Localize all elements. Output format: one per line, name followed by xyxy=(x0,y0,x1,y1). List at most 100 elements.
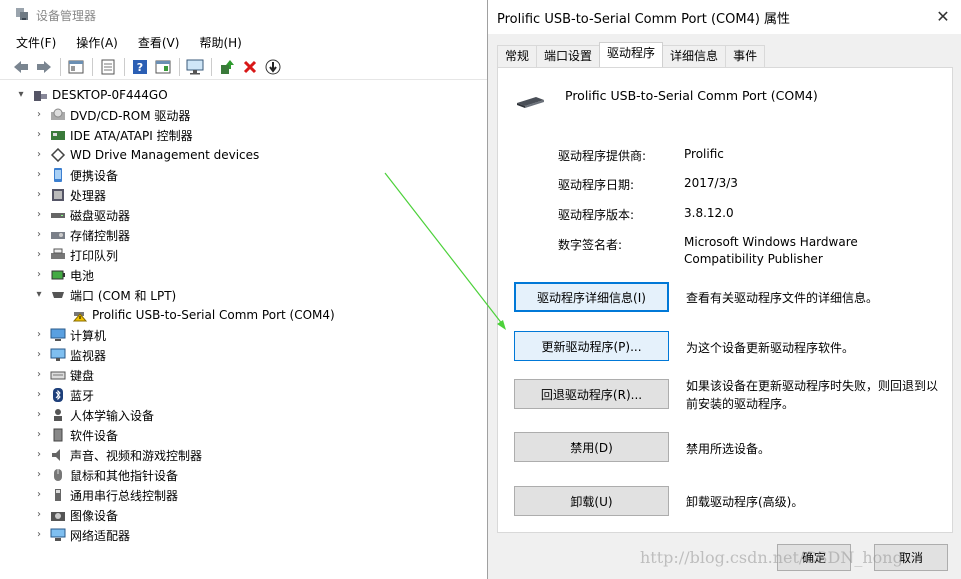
menu-view[interactable]: 查看(V) xyxy=(136,32,182,52)
tree-category-item[interactable]: › 电池 xyxy=(34,265,94,285)
chevron-right-icon[interactable]: › xyxy=(34,530,44,540)
tree-category-item[interactable]: › 软件设备 xyxy=(34,425,118,445)
chevron-right-icon[interactable]: › xyxy=(34,510,44,520)
tree-category-item[interactable]: › 键盘 xyxy=(34,365,94,385)
signer-value: Microsoft Windows Hardware Compatibility… xyxy=(684,235,858,266)
chevron-right-icon[interactable]: › xyxy=(34,250,44,260)
chevron-right-icon[interactable]: › xyxy=(34,450,44,460)
tree-category-item[interactable]: › DVD/CD-ROM 驱动器 xyxy=(34,105,190,125)
usb-icon xyxy=(50,488,66,502)
tab-details[interactable]: 详细信息 xyxy=(662,45,727,67)
uninstall-desc: 卸载驱动程序(高级)。 xyxy=(686,495,804,509)
mouse-icon xyxy=(50,468,66,482)
disk-drive-icon xyxy=(50,208,66,222)
back-arrow-icon[interactable] xyxy=(10,56,32,78)
rollback-driver-desc: 如果该设备在更新驱动程序时失败，则回退到以前安装的驱动程序。 xyxy=(686,379,939,411)
tab-driver[interactable]: 驱动程序 xyxy=(599,42,664,67)
tree-item-label: Prolific USB-to-Serial Comm Port (COM4) xyxy=(92,308,335,322)
driver-date-label: 驱动程序日期: xyxy=(558,178,635,192)
driver-details-button[interactable]: 驱动程序详细信息(I) xyxy=(514,282,669,312)
chevron-right-icon[interactable]: › xyxy=(34,330,44,340)
provider-value: Prolific xyxy=(684,147,724,161)
disable-button[interactable]: 禁用(D) xyxy=(514,432,669,462)
menu-action[interactable]: 操作(A) xyxy=(74,32,120,52)
svg-text:?: ? xyxy=(137,61,143,74)
tree-category-item[interactable]: › IDE ATA/ATAPI 控制器 xyxy=(34,125,193,145)
properties-icon[interactable] xyxy=(97,56,119,78)
tree-item-label: 存储控制器 xyxy=(70,228,131,243)
properties-dialog: Prolific USB-to-Serial Comm Port (COM4) … xyxy=(487,0,961,579)
update-driver-button[interactable]: 更新驱动程序(P)... xyxy=(514,331,669,361)
chevron-right-icon[interactable]: › xyxy=(34,350,44,360)
update-driver-icon[interactable] xyxy=(216,56,238,78)
tree-category-item[interactable]: › 网络适配器 xyxy=(34,525,130,545)
tree-root[interactable]: ▾ DESKTOP-0F444GO xyxy=(16,85,167,105)
forward-arrow-icon[interactable] xyxy=(33,56,55,78)
tree-item-label: 监视器 xyxy=(70,348,107,363)
tree-item-label: 图像设备 xyxy=(70,508,119,523)
tab-port-settings[interactable]: 端口设置 xyxy=(536,45,601,67)
tree-category-item[interactable]: › 磁盘驱动器 xyxy=(34,205,130,225)
driver-version-value: 3.8.12.0 xyxy=(684,206,734,220)
chevron-right-icon[interactable]: › xyxy=(34,410,44,420)
software-device-icon xyxy=(50,428,66,442)
chevron-right-icon[interactable]: › xyxy=(34,270,44,280)
monitor-icon[interactable] xyxy=(184,56,206,78)
tree-category-item[interactable]: › 计算机 xyxy=(34,325,106,345)
driver-version-label: 驱动程序版本: xyxy=(558,208,635,222)
tab-general[interactable]: 常规 xyxy=(497,45,538,67)
tree-category-item[interactable]: › 声音、视频和游戏控制器 xyxy=(34,445,202,465)
tree-category-item[interactable]: ▾ 端口 (COM 和 LPT) xyxy=(34,285,176,305)
chevron-right-icon[interactable]: › xyxy=(34,190,44,200)
chevron-right-icon[interactable]: › xyxy=(34,150,44,160)
chevron-right-icon[interactable]: › xyxy=(34,390,44,400)
chevron-right-icon[interactable]: › xyxy=(34,230,44,240)
chevron-right-icon[interactable]: › xyxy=(34,130,44,140)
tree-category-item[interactable]: › 便携设备 xyxy=(34,165,118,185)
chevron-right-icon[interactable]: › xyxy=(34,170,44,180)
chevron-right-icon[interactable]: › xyxy=(34,210,44,220)
chevron-down-icon[interactable]: ▾ xyxy=(16,90,26,100)
uninstall-x-icon[interactable] xyxy=(239,56,261,78)
download-icon[interactable] xyxy=(262,56,284,78)
tree-category-item[interactable]: › 处理器 xyxy=(34,185,106,205)
tree-category-item[interactable]: › 存储控制器 xyxy=(34,225,130,245)
chevron-right-icon[interactable]: › xyxy=(34,430,44,440)
menu-help[interactable]: 帮助(H) xyxy=(197,32,243,52)
tree-category-item[interactable]: › 蓝牙 xyxy=(34,385,94,405)
chevron-right-icon[interactable]: › xyxy=(34,470,44,480)
printer-icon xyxy=(50,248,66,262)
chevron-right-icon[interactable]: › xyxy=(34,370,44,380)
hid-icon xyxy=(50,408,66,422)
dialog-tabs: 常规 端口设置 驱动程序 详细信息 事件 xyxy=(497,42,766,67)
tree-category-item[interactable]: › 监视器 xyxy=(34,345,106,365)
tree-item-label: 软件设备 xyxy=(70,428,119,443)
tree-child-item[interactable]: Prolific USB-to-Serial Comm Port (COM4) xyxy=(72,305,335,325)
device-manager-app-icon xyxy=(14,6,30,25)
uninstall-button[interactable]: 卸载(U) xyxy=(514,486,669,516)
tree-item-label: DVD/CD-ROM 驱动器 xyxy=(70,108,191,123)
rollback-driver-button[interactable]: 回退驱动程序(R)... xyxy=(514,379,669,409)
tree-category-item[interactable]: › 鼠标和其他指针设备 xyxy=(34,465,178,485)
tab-events[interactable]: 事件 xyxy=(725,45,766,67)
menu-file[interactable]: 文件(F) xyxy=(14,32,58,52)
tree-item-label: 计算机 xyxy=(70,328,107,343)
tree-category-item[interactable]: › 图像设备 xyxy=(34,505,118,525)
tree-item-label: 电池 xyxy=(70,268,95,283)
show-hide-icon[interactable] xyxy=(65,56,87,78)
tree-item-label: 键盘 xyxy=(70,368,95,383)
view-icon[interactable] xyxy=(152,56,174,78)
help-icon[interactable]: ? xyxy=(129,56,151,78)
chevron-down-icon[interactable]: ▾ xyxy=(34,290,44,300)
processor-icon xyxy=(50,188,66,202)
close-icon[interactable]: ✕ xyxy=(934,8,952,26)
toolbar-separator xyxy=(124,57,125,76)
tree-category-item[interactable]: › WD Drive Management devices xyxy=(34,145,259,165)
chevron-right-icon[interactable]: › xyxy=(34,490,44,500)
device-tree: ▾ DESKTOP-0F444GO › DVD/CD-ROM 驱动器 › IDE AT… xyxy=(0,82,488,579)
tree-category-item[interactable]: › 通用串行总线控制器 xyxy=(34,485,178,505)
ide-controller-icon xyxy=(50,128,66,142)
tree-category-item[interactable]: › 打印队列 xyxy=(34,245,118,265)
chevron-right-icon[interactable]: › xyxy=(34,110,44,120)
tree-category-item[interactable]: › 人体学输入设备 xyxy=(34,405,154,425)
